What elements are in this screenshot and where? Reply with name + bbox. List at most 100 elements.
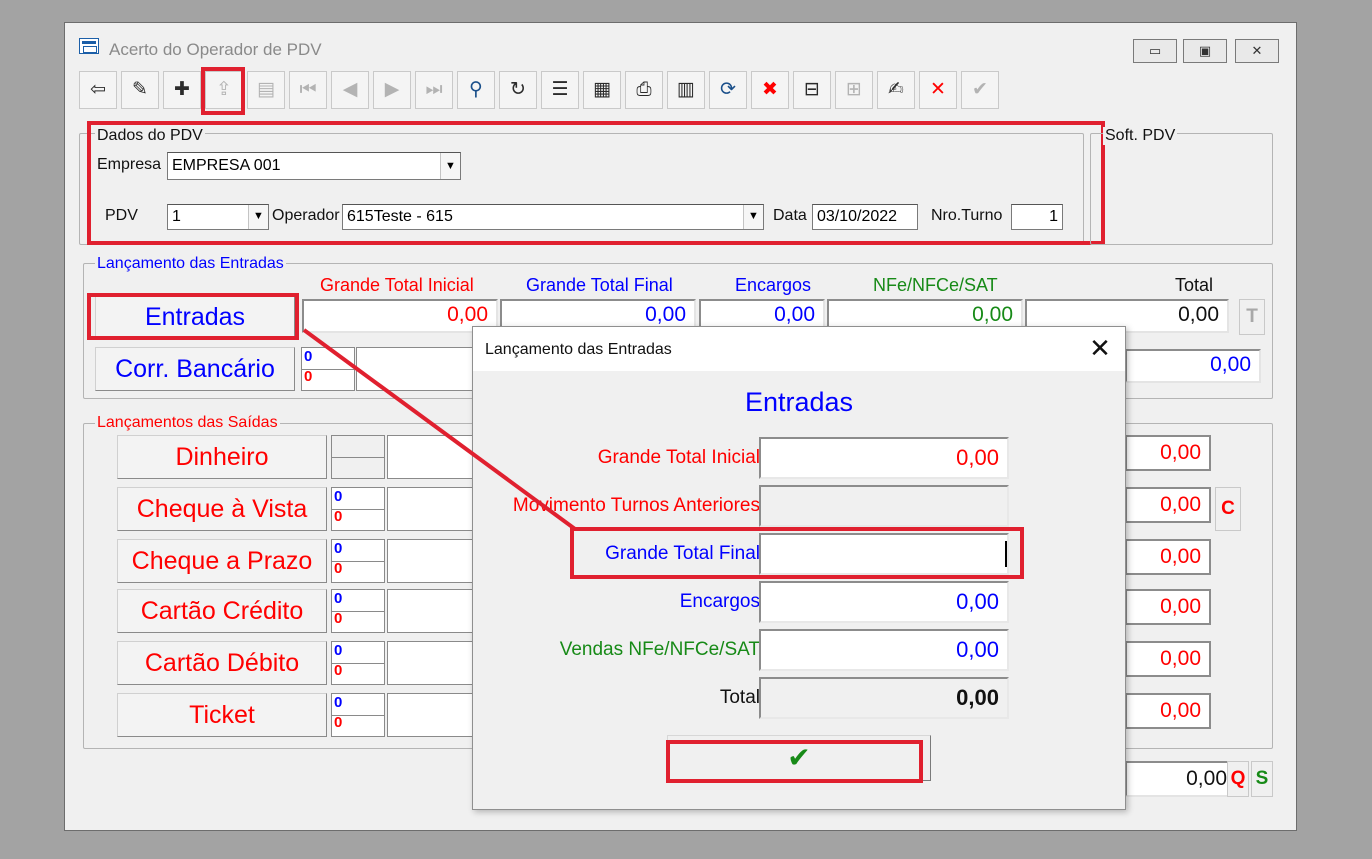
highlight-toolbar-import bbox=[201, 67, 245, 115]
entradas-gt-inicial[interactable]: 0,00 bbox=[302, 299, 498, 333]
saida-field[interactable] bbox=[387, 487, 477, 531]
saida-counter: 00 bbox=[331, 487, 385, 531]
saida-button[interactable]: Cartão Crédito bbox=[117, 589, 327, 633]
toolbar-refresh-button[interactable]: ↻ bbox=[499, 71, 537, 109]
corr-bancario-field[interactable] bbox=[356, 347, 476, 391]
highlight-entradas-button bbox=[87, 293, 299, 340]
counter-bottom: 0 bbox=[334, 662, 343, 679]
saida-counter: 00 bbox=[331, 589, 385, 633]
q-button[interactable]: Q bbox=[1227, 761, 1249, 797]
toolbar-delete-record-button[interactable]: ✖ bbox=[751, 71, 789, 109]
saida-counter: 00 bbox=[331, 539, 385, 583]
saida-button[interactable]: Cheque à Vista bbox=[117, 487, 327, 531]
dialog-encargos-input[interactable]: 0,00 bbox=[759, 581, 1009, 623]
toolbar-preview-button[interactable]: ⎙ bbox=[625, 71, 663, 109]
saida-total: 0,00 bbox=[1125, 693, 1211, 729]
header-gt-inicial: Grande Total Inicial bbox=[320, 275, 474, 295]
toolbar-remove-item-button[interactable]: ⊟ bbox=[793, 71, 831, 109]
dialog-movimento-anteriores-input bbox=[759, 485, 1009, 527]
first-icon: ⏮ bbox=[299, 79, 317, 100]
toolbar-print-button[interactable]: ▤ bbox=[247, 71, 285, 109]
previous-icon: ◀ bbox=[342, 79, 358, 100]
toolbar-search-button[interactable]: ⚲ bbox=[457, 71, 495, 109]
dialog-total-input: 0,00 bbox=[759, 677, 1009, 719]
t-button[interactable]: T bbox=[1239, 299, 1265, 335]
counter-bottom: 0 bbox=[334, 714, 343, 731]
search-icon: ⚲ bbox=[469, 79, 483, 100]
soft-pdv-title: Soft. PDV bbox=[1103, 127, 1178, 145]
c-button[interactable]: C bbox=[1215, 487, 1241, 531]
saida-button[interactable]: Cartão Débito bbox=[117, 641, 327, 685]
toolbar-add-record-button[interactable]: ✚ bbox=[163, 71, 201, 109]
refresh-icon: ↻ bbox=[510, 79, 526, 100]
s-button[interactable]: S bbox=[1251, 761, 1273, 797]
toolbar-calculator-button[interactable]: ▥ bbox=[667, 71, 705, 109]
corr-bancario-button[interactable]: Corr. Bancário bbox=[95, 347, 295, 391]
close-window-button[interactable]: ✕ bbox=[1235, 39, 1279, 63]
maximize-button[interactable]: ▣ bbox=[1183, 39, 1227, 63]
saida-field[interactable] bbox=[387, 693, 477, 737]
title-bar[interactable]: Acerto do Operador de PDV ▭ ▣ ✕ bbox=[65, 23, 1296, 63]
minimize-button[interactable]: ▭ bbox=[1133, 39, 1177, 63]
saida-total: 0,00 bbox=[1125, 487, 1211, 523]
toolbar-list-button[interactable]: ☰ bbox=[541, 71, 579, 109]
toolbar-next-button[interactable]: ▶ bbox=[373, 71, 411, 109]
dialog-title: Lançamento das Entradas bbox=[485, 341, 672, 358]
app-window-icon bbox=[79, 38, 99, 54]
counter-top: 0 bbox=[334, 590, 343, 607]
toolbar-grid-button[interactable]: ▦ bbox=[583, 71, 621, 109]
toolbar-previous-button[interactable]: ◀ bbox=[331, 71, 369, 109]
print-icon: ▤ bbox=[257, 79, 275, 100]
corr-bancario-counter: 0 0 bbox=[301, 347, 355, 391]
saida-button[interactable]: Cheque a Prazo bbox=[117, 539, 327, 583]
saidas-group-title: Lançamentos das Saídas bbox=[95, 414, 280, 432]
corr-bancario-total: 0,00 bbox=[1125, 349, 1261, 383]
saida-field[interactable] bbox=[387, 589, 477, 633]
toolbar-table-button[interactable]: ⊞ bbox=[835, 71, 873, 109]
dialog-gt-inicial-label: Grande Total Inicial bbox=[597, 447, 760, 468]
table-icon: ⊞ bbox=[846, 79, 862, 100]
highlight-dados-pdv bbox=[87, 121, 1105, 245]
confirm-icon: ✔ bbox=[972, 79, 988, 100]
cancel-icon: ✕ bbox=[930, 79, 946, 100]
last-icon: ⏭ bbox=[425, 79, 443, 100]
toolbar-confirm-button[interactable]: ✔ bbox=[961, 71, 999, 109]
dialog-title-bar[interactable]: Lançamento das Entradas ✕ bbox=[473, 327, 1125, 371]
calculator-icon: ▥ bbox=[677, 79, 695, 100]
saida-total: 0,00 bbox=[1125, 435, 1211, 471]
toolbar-exit-button[interactable]: ⇦ bbox=[79, 71, 117, 109]
saida-button[interactable]: Ticket bbox=[117, 693, 327, 737]
toolbar-sync-button[interactable]: ⟳ bbox=[709, 71, 747, 109]
dialog-vendas-nfe-label: Vendas NFe/NFCe/SAT bbox=[559, 639, 760, 660]
dialog-heading: Entradas bbox=[744, 387, 854, 417]
add-record-icon: ✚ bbox=[174, 79, 190, 100]
saida-button[interactable]: Dinheiro bbox=[117, 435, 327, 479]
dialog-gt-inicial-input[interactable]: 0,00 bbox=[759, 437, 1009, 479]
counter-top: 0 bbox=[304, 348, 313, 365]
exit-icon: ⇦ bbox=[90, 79, 106, 100]
counter-top: 0 bbox=[334, 488, 343, 505]
saida-field[interactable] bbox=[387, 539, 477, 583]
counter-bottom: 0 bbox=[334, 560, 343, 577]
saida-field[interactable] bbox=[387, 435, 477, 479]
header-encargos: Encargos bbox=[735, 275, 812, 295]
close-icon[interactable]: ✕ bbox=[1083, 333, 1117, 367]
counter-top: 0 bbox=[334, 642, 343, 659]
header-nfe: NFe/NFCe/SAT bbox=[873, 275, 998, 295]
toolbar-cancel-button[interactable]: ✕ bbox=[919, 71, 957, 109]
edit-icon: ✍ bbox=[888, 79, 904, 100]
saida-total: 0,00 bbox=[1125, 641, 1211, 677]
toolbar-first-button[interactable]: ⏮ bbox=[289, 71, 327, 109]
preview-icon: ⎙ bbox=[636, 79, 652, 100]
toolbar-eraser-button[interactable]: ✎ bbox=[121, 71, 159, 109]
entradas-group-title: Lançamento das Entradas bbox=[95, 255, 286, 273]
saida-counter: 00 bbox=[331, 641, 385, 685]
delete-record-icon: ✖ bbox=[762, 79, 778, 100]
dialog-vendas-nfe-input[interactable]: 0,00 bbox=[759, 629, 1009, 671]
saida-field[interactable] bbox=[387, 641, 477, 685]
toolbar-last-button[interactable]: ⏭ bbox=[415, 71, 453, 109]
highlight-ok-button bbox=[666, 740, 923, 783]
list-icon: ☰ bbox=[551, 79, 569, 100]
toolbar-edit-button[interactable]: ✍ bbox=[877, 71, 915, 109]
eraser-icon: ✎ bbox=[132, 79, 148, 100]
